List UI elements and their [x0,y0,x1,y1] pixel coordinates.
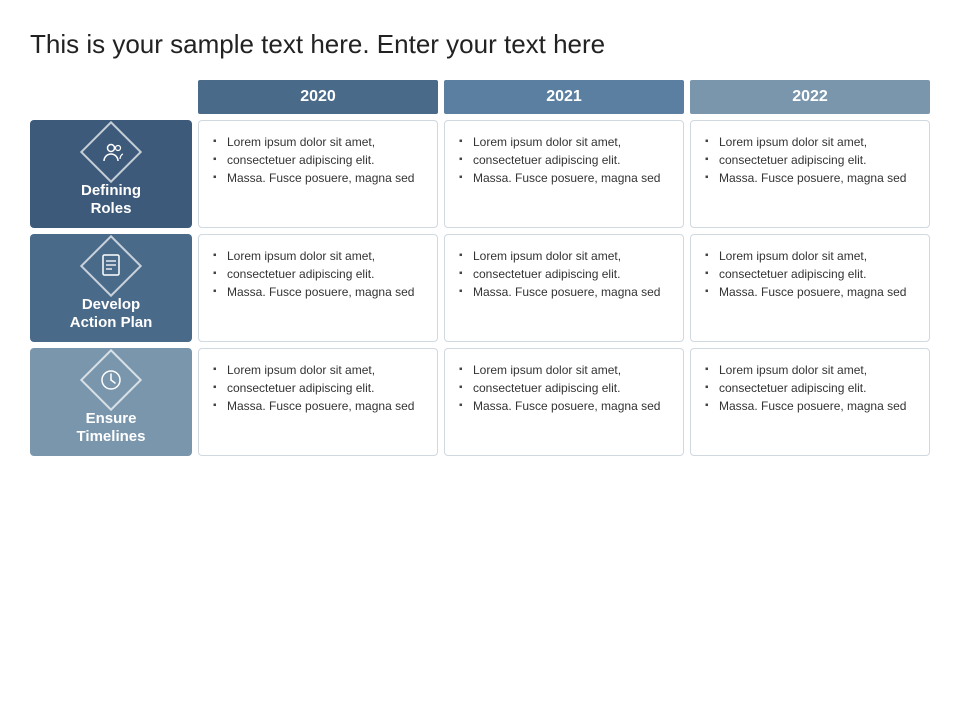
list-item: Lorem ipsum dolor sit amet, [705,247,915,265]
cell-list-row3-col3: Lorem ipsum dolor sit amet, consectetuer… [705,361,915,415]
data-row-defining-roles: DefiningRoles Lorem ipsum dolor sit amet… [30,120,930,228]
cell-row1-col3: Lorem ipsum dolor sit amet, consectetuer… [690,120,930,228]
year-header-2022: 2022 [690,80,930,114]
row-label-defining-roles: DefiningRoles [30,120,192,228]
list-item: consectetuer adipiscing elit. [705,265,915,283]
clock-icon [80,349,142,411]
list-item: Massa. Fusce posuere, magna sed [459,397,669,415]
row-label-ensure-timelines: EnsureTimelines [30,348,192,456]
list-item: Lorem ipsum dolor sit amet, [213,361,423,379]
cell-row3-col3: Lorem ipsum dolor sit amet, consectetuer… [690,348,930,456]
list-item: Lorem ipsum dolor sit amet, [213,133,423,151]
list-item: consectetuer adipiscing elit. [213,379,423,397]
list-item: Lorem ipsum dolor sit amet, [705,361,915,379]
cell-list-row2-col3: Lorem ipsum dolor sit amet, consectetuer… [705,247,915,301]
cell-row3-col2: Lorem ipsum dolor sit amet, consectetuer… [444,348,684,456]
list-item: consectetuer adipiscing elit. [213,151,423,169]
list-item: Massa. Fusce posuere, magna sed [705,397,915,415]
year-header-2020: 2020 [198,80,438,114]
page-title: This is your sample text here. Enter you… [30,28,930,66]
list-item: consectetuer adipiscing elit. [705,151,915,169]
list-item: Massa. Fusce posuere, magna sed [213,283,423,301]
cell-list-row2-col1: Lorem ipsum dolor sit amet, consectetuer… [213,247,423,301]
cell-list-row3-col2: Lorem ipsum dolor sit amet, consectetuer… [459,361,669,415]
list-item: consectetuer adipiscing elit. [459,151,669,169]
list-item: Lorem ipsum dolor sit amet, [459,361,669,379]
cell-row1-col2: Lorem ipsum dolor sit amet, consectetuer… [444,120,684,228]
cell-list-row1-col1: Lorem ipsum dolor sit amet, consectetuer… [213,133,423,187]
list-item: Lorem ipsum dolor sit amet, [705,133,915,151]
list-item: Lorem ipsum dolor sit amet, [459,133,669,151]
cell-list-row3-col1: Lorem ipsum dolor sit amet, consectetuer… [213,361,423,415]
list-item: consectetuer adipiscing elit. [459,265,669,283]
people-icon [80,121,142,183]
list-item: Massa. Fusce posuere, magna sed [459,283,669,301]
list-item: Lorem ipsum dolor sit amet, [459,247,669,265]
cell-list-row2-col2: Lorem ipsum dolor sit amet, consectetuer… [459,247,669,301]
list-item: Massa. Fusce posuere, magna sed [705,169,915,187]
grid-container: 2020 2021 2022 DefiningRoles Lor [30,80,930,700]
row-label-text-ensure-timelines: EnsureTimelines [77,410,146,446]
header-row: 2020 2021 2022 [198,80,930,114]
cell-row2-col3: Lorem ipsum dolor sit amet, consectetuer… [690,234,930,342]
row-label-text-defining-roles: DefiningRoles [81,182,141,218]
list-item: Massa. Fusce posuere, magna sed [459,169,669,187]
cell-list-row1-col3: Lorem ipsum dolor sit amet, consectetuer… [705,133,915,187]
list-item: consectetuer adipiscing elit. [705,379,915,397]
cell-row2-col2: Lorem ipsum dolor sit amet, consectetuer… [444,234,684,342]
data-row-develop-action-plan: DevelopAction Plan Lorem ipsum dolor sit… [30,234,930,342]
list-item: Massa. Fusce posuere, magna sed [213,397,423,415]
page: This is your sample text here. Enter you… [0,0,960,720]
cell-row1-col1: Lorem ipsum dolor sit amet, consectetuer… [198,120,438,228]
year-header-2021: 2021 [444,80,684,114]
list-item: Massa. Fusce posuere, magna sed [705,283,915,301]
document-icon [80,235,142,297]
row-label-text-develop-action-plan: DevelopAction Plan [70,296,153,332]
cell-row3-col1: Lorem ipsum dolor sit amet, consectetuer… [198,348,438,456]
list-item: consectetuer adipiscing elit. [213,265,423,283]
data-row-ensure-timelines: EnsureTimelines Lorem ipsum dolor sit am… [30,348,930,456]
row-label-develop-action-plan: DevelopAction Plan [30,234,192,342]
cell-row2-col1: Lorem ipsum dolor sit amet, consectetuer… [198,234,438,342]
cell-list-row1-col2: Lorem ipsum dolor sit amet, consectetuer… [459,133,669,187]
list-item: Massa. Fusce posuere, magna sed [213,169,423,187]
list-item: consectetuer adipiscing elit. [459,379,669,397]
list-item: Lorem ipsum dolor sit amet, [213,247,423,265]
